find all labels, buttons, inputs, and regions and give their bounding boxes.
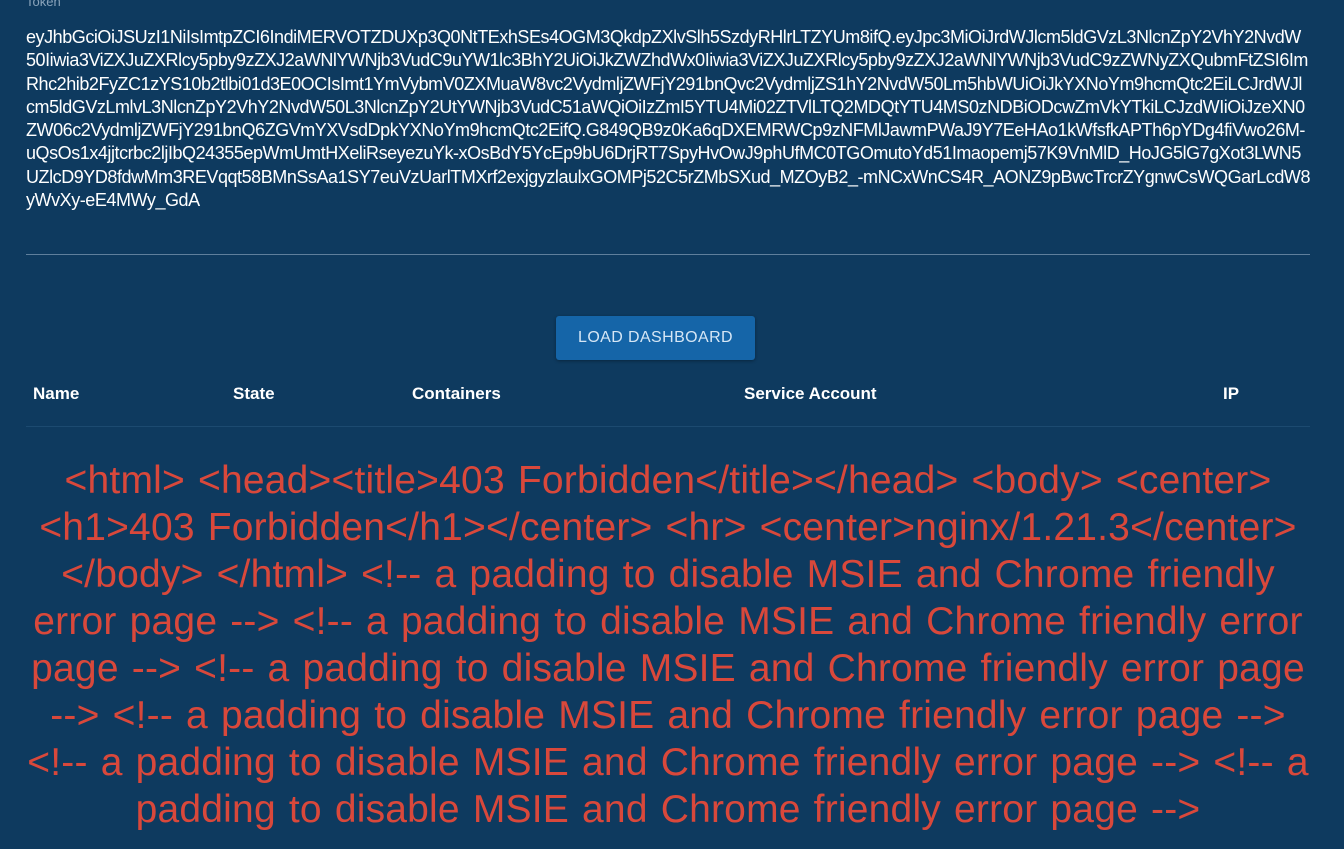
- token-field[interactable]: eyJhbGciOiJSUzI1NiIsImtpZCI6IndiMERVOTZD…: [26, 26, 1310, 255]
- column-header-name[interactable]: Name: [33, 384, 79, 404]
- token-label: Token: [26, 0, 61, 9]
- pods-table-header: Name State Containers Service Account IP: [26, 372, 1310, 427]
- load-dashboard-button[interactable]: LOAD DASHBOARD: [556, 316, 755, 360]
- column-header-service-account[interactable]: Service Account: [744, 384, 877, 404]
- column-header-ip[interactable]: IP: [1223, 384, 1239, 404]
- error-message: <html> <head><title>403 Forbidden</title…: [27, 459, 1309, 831]
- column-header-state[interactable]: State: [233, 384, 275, 404]
- dashboard-page: Token eyJhbGciOiJSUzI1NiIsImtpZCI6IndiME…: [0, 0, 1344, 849]
- column-header-containers[interactable]: Containers: [412, 384, 501, 404]
